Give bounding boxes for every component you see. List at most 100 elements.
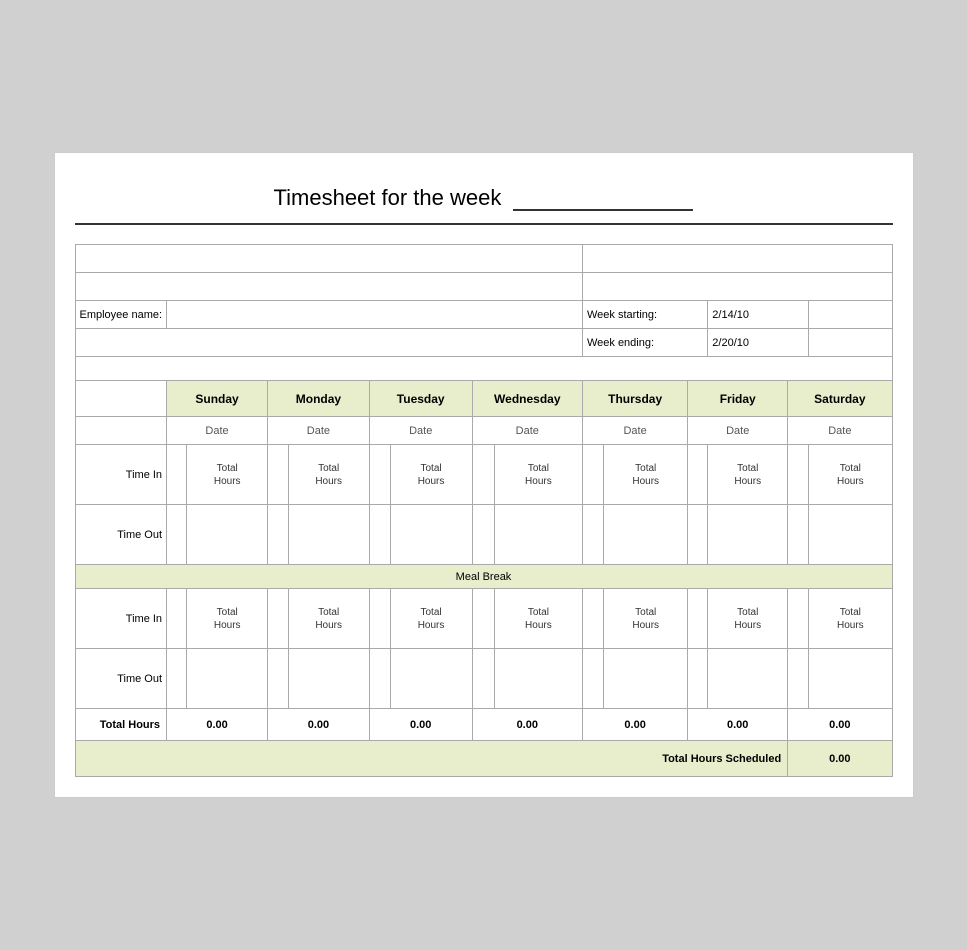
top-row-3 bbox=[75, 273, 892, 301]
meal-break-label: Meal Break bbox=[75, 565, 892, 589]
meal-break-row: Meal Break bbox=[75, 565, 892, 589]
sunday-timeout-hours-2 bbox=[187, 649, 268, 709]
day-header-row: Sunday Monday Tuesday Wednesday Thursday… bbox=[75, 381, 892, 417]
saturday-hours-1: TotalHours bbox=[809, 445, 892, 505]
monday-timeout-1[interactable] bbox=[268, 505, 288, 565]
tuesday-hours-1: TotalHours bbox=[390, 445, 472, 505]
employee-label: Employee name: bbox=[75, 301, 167, 329]
time-out-label-1: Time Out bbox=[75, 505, 167, 565]
thursday-timein-2[interactable] bbox=[582, 589, 603, 649]
monday-total: 0.00 bbox=[268, 709, 370, 741]
tuesday-timein-2[interactable] bbox=[369, 589, 390, 649]
thursday-timeout-2[interactable] bbox=[582, 649, 603, 709]
page: Timesheet for the week Employee name: We… bbox=[54, 152, 914, 799]
tuesday-date: Date bbox=[369, 417, 472, 445]
top-row-2 bbox=[75, 245, 892, 273]
wednesday-timeout-hours-1 bbox=[494, 505, 582, 565]
wednesday-hours-2: TotalHours bbox=[494, 589, 582, 649]
wednesday-timeout-hours-2 bbox=[494, 649, 582, 709]
tuesday-timein-1[interactable] bbox=[369, 445, 390, 505]
friday-header: Friday bbox=[688, 381, 788, 417]
tuesday-header: Tuesday bbox=[369, 381, 472, 417]
week-ending-value: 2/20/10 bbox=[708, 329, 809, 357]
title-row: Timesheet for the week bbox=[75, 173, 893, 225]
monday-timeout-hours-2 bbox=[288, 649, 369, 709]
sunday-timein-2[interactable] bbox=[167, 589, 187, 649]
monday-timein-1[interactable] bbox=[268, 445, 288, 505]
blank-row bbox=[75, 357, 892, 381]
total-scheduled-row: Total Hours Scheduled 0.00 bbox=[75, 741, 892, 777]
wednesday-timeout-2[interactable] bbox=[472, 649, 494, 709]
total-hours-label: Total Hours bbox=[75, 709, 167, 741]
saturday-timein-1[interactable] bbox=[788, 445, 809, 505]
monday-hours-1: TotalHours bbox=[288, 445, 369, 505]
wednesday-timein-1[interactable] bbox=[472, 445, 494, 505]
saturday-timeout-1[interactable] bbox=[788, 505, 809, 565]
saturday-total: 0.00 bbox=[788, 709, 892, 741]
time-out-label-2: Time Out bbox=[75, 649, 167, 709]
week-starting-spacer bbox=[809, 301, 892, 329]
sunday-timeout-1[interactable] bbox=[167, 505, 187, 565]
thursday-timeout-1[interactable] bbox=[582, 505, 603, 565]
thursday-header: Thursday bbox=[582, 381, 687, 417]
friday-timeout-hours-2 bbox=[708, 649, 788, 709]
friday-timeout-1[interactable] bbox=[688, 505, 708, 565]
top-row-1 bbox=[75, 225, 892, 245]
sunday-header: Sunday bbox=[167, 381, 268, 417]
wednesday-header: Wednesday bbox=[472, 381, 582, 417]
time-in-row-1: Time In TotalHours TotalHours TotalHours… bbox=[75, 445, 892, 505]
tuesday-timeout-1[interactable] bbox=[369, 505, 390, 565]
tuesday-total: 0.00 bbox=[369, 709, 472, 741]
wednesday-total: 0.00 bbox=[472, 709, 582, 741]
monday-hours-2: TotalHours bbox=[288, 589, 369, 649]
friday-timeout-2[interactable] bbox=[688, 649, 708, 709]
sunday-hours-1: TotalHours bbox=[187, 445, 268, 505]
total-scheduled-value: 0.00 bbox=[788, 741, 892, 777]
date-empty bbox=[75, 417, 167, 445]
tuesday-timeout-2[interactable] bbox=[369, 649, 390, 709]
thursday-date: Date bbox=[582, 417, 687, 445]
week-ending-spacer bbox=[75, 329, 582, 357]
thursday-hours-1: TotalHours bbox=[604, 445, 688, 505]
friday-hours-2: TotalHours bbox=[708, 589, 788, 649]
week-starting-value: 2/14/10 bbox=[708, 301, 809, 329]
time-in-label-1: Time In bbox=[75, 445, 167, 505]
thursday-timeout-hours-2 bbox=[604, 649, 688, 709]
saturday-timeout-hours-1 bbox=[809, 505, 892, 565]
sunday-hours-2: TotalHours bbox=[187, 589, 268, 649]
friday-date: Date bbox=[688, 417, 788, 445]
week-ending-label: Week ending: bbox=[582, 329, 707, 357]
wednesday-timein-2[interactable] bbox=[472, 589, 494, 649]
time-out-row-1: Time Out bbox=[75, 505, 892, 565]
monday-timeout-2[interactable] bbox=[268, 649, 288, 709]
saturday-timeout-hours-2 bbox=[809, 649, 892, 709]
thursday-hours-2: TotalHours bbox=[604, 589, 688, 649]
total-scheduled-label: Total Hours Scheduled bbox=[75, 741, 788, 777]
friday-timein-2[interactable] bbox=[688, 589, 708, 649]
time-out-row-2: Time Out bbox=[75, 649, 892, 709]
date-row: Date Date Date Date Date Date Date bbox=[75, 417, 892, 445]
wednesday-timeout-1[interactable] bbox=[472, 505, 494, 565]
saturday-hours-2: TotalHours bbox=[809, 589, 892, 649]
employee-input-cell[interactable] bbox=[167, 301, 583, 329]
time-in-row-2: Time In TotalHours TotalHours TotalHours… bbox=[75, 589, 892, 649]
saturday-timein-2[interactable] bbox=[788, 589, 809, 649]
sunday-timeout-2[interactable] bbox=[167, 649, 187, 709]
saturday-header: Saturday bbox=[788, 381, 892, 417]
title-text: Timesheet for the week bbox=[274, 185, 502, 210]
monday-timein-2[interactable] bbox=[268, 589, 288, 649]
saturday-timeout-2[interactable] bbox=[788, 649, 809, 709]
thursday-timein-1[interactable] bbox=[582, 445, 603, 505]
saturday-date: Date bbox=[788, 417, 892, 445]
time-in-label-2: Time In bbox=[75, 589, 167, 649]
sunday-timeout-hours-1 bbox=[187, 505, 268, 565]
friday-timein-1[interactable] bbox=[688, 445, 708, 505]
friday-total: 0.00 bbox=[688, 709, 788, 741]
empty-header bbox=[75, 381, 167, 417]
sunday-total: 0.00 bbox=[167, 709, 268, 741]
tuesday-timeout-hours-1 bbox=[390, 505, 472, 565]
week-starting-label: Week starting: bbox=[582, 301, 707, 329]
monday-timeout-hours-1 bbox=[288, 505, 369, 565]
sunday-timein-1[interactable] bbox=[167, 445, 187, 505]
blank-spacer bbox=[75, 357, 892, 381]
